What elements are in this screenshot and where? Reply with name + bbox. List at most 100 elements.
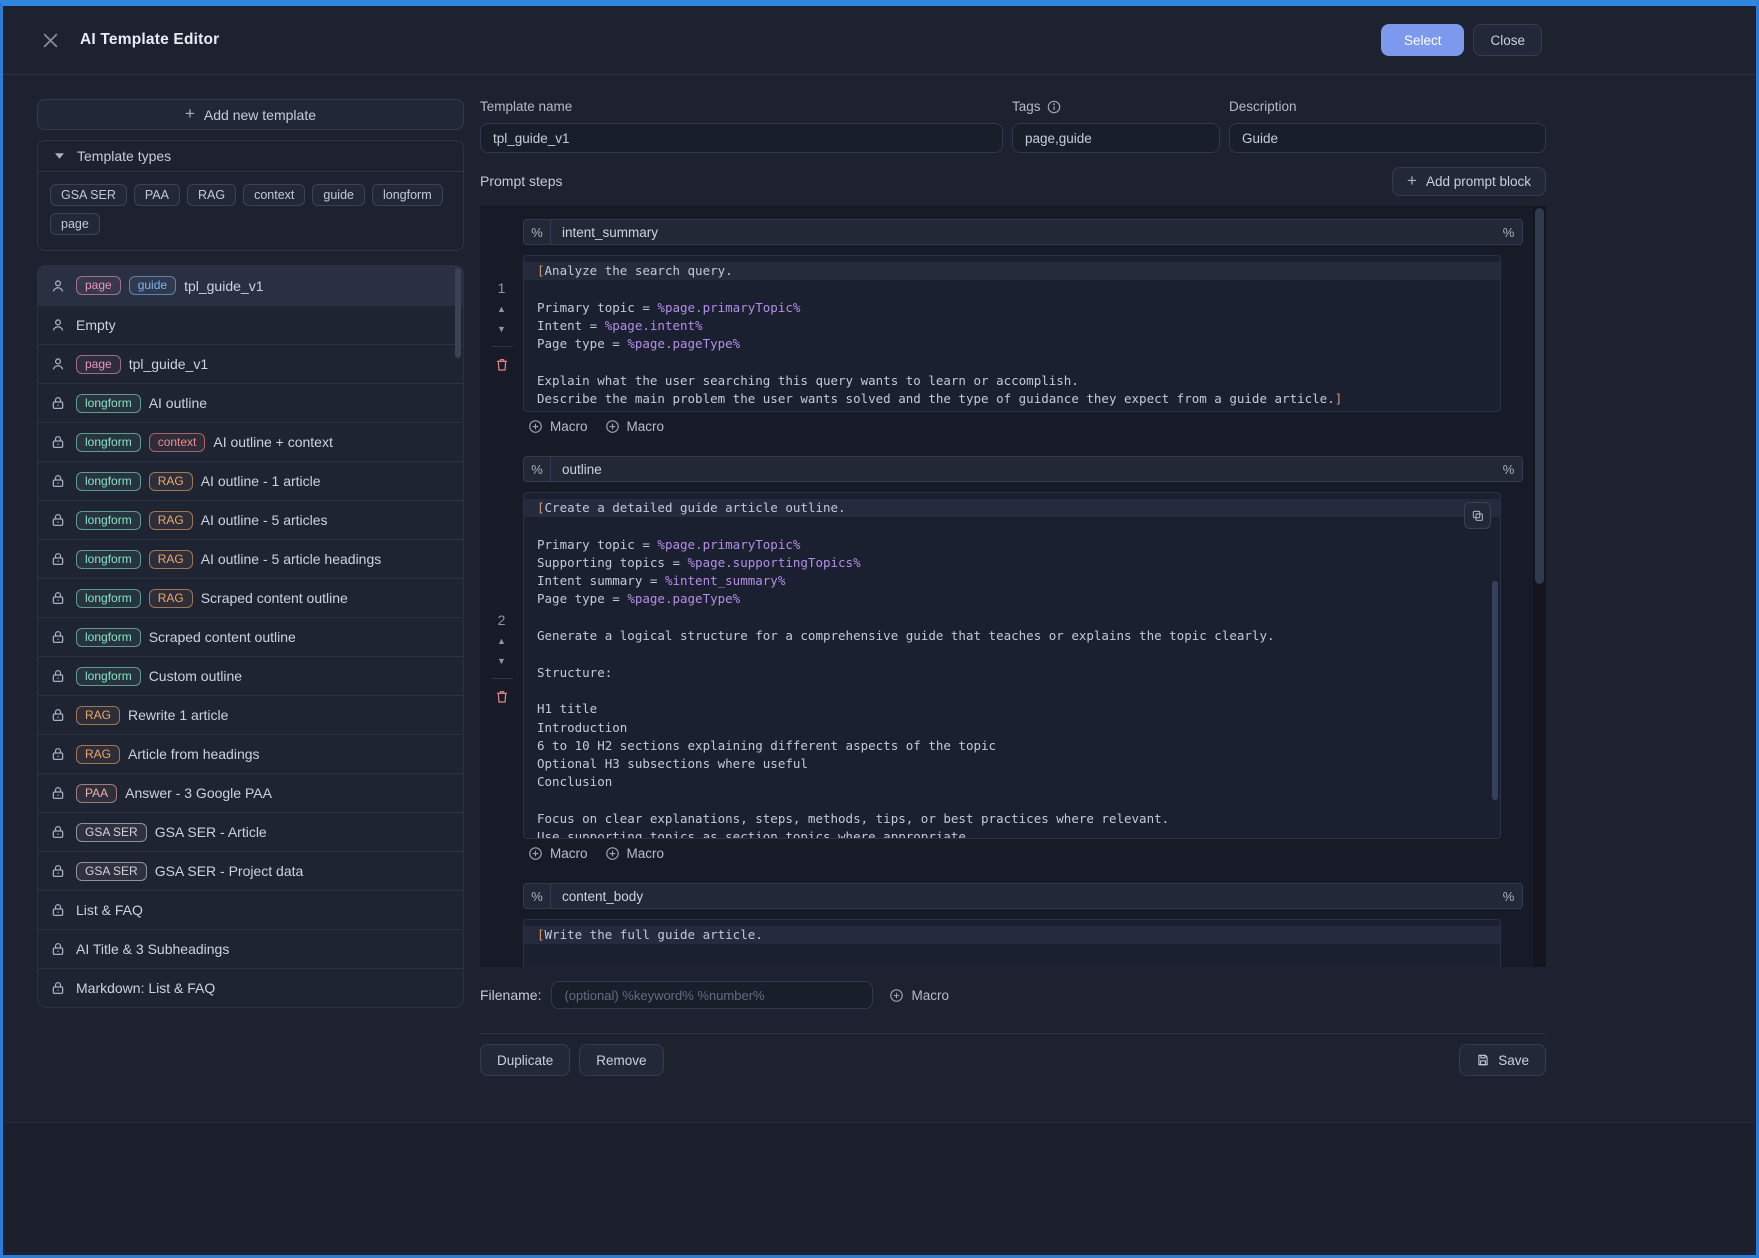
- type-chip-guide[interactable]: guide: [312, 184, 365, 206]
- filename-input[interactable]: [551, 981, 873, 1009]
- template-item-empty[interactable]: Empty: [38, 305, 463, 344]
- template-item-article-from-headings[interactable]: RAGArticle from headings: [38, 734, 463, 773]
- block-name-input[interactable]: outline: [551, 462, 1495, 477]
- type-chip-gsa-ser[interactable]: GSA SER: [50, 184, 127, 206]
- save-label: Save: [1498, 1053, 1529, 1068]
- template-item-label: AI Title & 3 Subheadings: [76, 941, 229, 957]
- lock-icon: [50, 668, 66, 684]
- code-line: [Write the full guide article.: [524, 926, 1500, 944]
- template-item-label: GSA SER - Article: [155, 824, 267, 840]
- plus-circle-icon: [889, 988, 904, 1003]
- prompt-block-outline: 2 ▲ ▼%outline% [Create a detailed guide art…: [480, 456, 1546, 861]
- editor-content: Template name Tags Description Prompt st…: [480, 99, 1546, 1076]
- prompt-text-editor[interactable]: [Create a detailed guide article outline…: [523, 492, 1501, 839]
- code-line: Primary topic = %page.primaryTopic%: [524, 299, 1500, 317]
- move-block-down-button[interactable]: ▼: [495, 655, 508, 668]
- code-line: Page type = %page.pageType%: [524, 335, 1500, 353]
- template-item-list-faq[interactable]: List & FAQ: [38, 890, 463, 929]
- percent-prefix: %: [524, 457, 551, 481]
- template-item-ai-title-3-subheadings[interactable]: AI Title & 3 Subheadings: [38, 929, 463, 968]
- move-block-down-button[interactable]: ▼: [495, 323, 508, 336]
- type-chip-context[interactable]: context: [243, 184, 305, 206]
- template-item-scraped-content-outline[interactable]: longformRAGScraped content outline: [38, 578, 463, 617]
- template-item-rewrite-1-article[interactable]: RAGRewrite 1 article: [38, 695, 463, 734]
- template-item-tpl-guide-v1[interactable]: pageguidetpl_guide_v1: [38, 266, 463, 305]
- template-item-label: GSA SER - Project data: [155, 863, 304, 879]
- template-item-custom-outline[interactable]: longformCustom outline: [38, 656, 463, 695]
- block-body: %intent_summary%[Analyze the search quer…: [523, 219, 1523, 434]
- tag-badge-rag: RAG: [149, 472, 193, 491]
- delete-block-button[interactable]: [494, 689, 510, 705]
- move-block-up-button[interactable]: ▲: [495, 635, 508, 648]
- type-chip-page[interactable]: page: [50, 213, 100, 235]
- chevron-down-icon: [55, 153, 64, 159]
- scrollbar-thumb[interactable]: [455, 268, 461, 358]
- user-icon: [50, 356, 66, 372]
- copy-button[interactable]: [1464, 502, 1491, 529]
- template-item-tpl-guide-v1[interactable]: pagetpl_guide_v1: [38, 344, 463, 383]
- duplicate-button[interactable]: Duplicate: [480, 1044, 570, 1076]
- prompt-text-editor[interactable]: [Write the full guide article.: [523, 919, 1501, 967]
- template-item-label: AI outline - 5 article headings: [201, 551, 382, 567]
- block-gutter: 2 ▲ ▼: [480, 456, 523, 861]
- percent-suffix: %: [1495, 462, 1522, 477]
- tags-input[interactable]: [1012, 123, 1220, 153]
- macro-label: Macro: [911, 988, 949, 1003]
- block-name-input[interactable]: content_body: [551, 889, 1495, 904]
- template-item-scraped-content-outline[interactable]: longformScraped content outline: [38, 617, 463, 656]
- type-chip-rag[interactable]: RAG: [187, 184, 236, 206]
- save-button[interactable]: Save: [1459, 1044, 1546, 1076]
- template-item-label: AI outline - 1 article: [201, 473, 321, 489]
- tag-badge-gsa-ser: GSA SER: [76, 823, 147, 842]
- lock-icon: [50, 902, 66, 918]
- page-title: AI Template Editor: [80, 31, 219, 49]
- code-line: Describe the main problem the user wants…: [524, 390, 1500, 408]
- tags-label: Tags: [1012, 99, 1220, 114]
- prompt-block-content-body: 3▲▼%content_body%[Write the full guide a…: [480, 883, 1546, 967]
- insert-macro-button[interactable]: Macro: [605, 846, 665, 861]
- delete-block-button[interactable]: [494, 357, 510, 373]
- template-item-answer-3-google-paa[interactable]: PAAAnswer - 3 Google PAA: [38, 773, 463, 812]
- close-icon[interactable]: [42, 32, 59, 49]
- remove-button[interactable]: Remove: [579, 1044, 663, 1076]
- template-item-gsa-ser-article[interactable]: GSA SER GSA SER - Article: [38, 812, 463, 851]
- block-name-input[interactable]: intent_summary: [551, 225, 1495, 240]
- add-new-template-button[interactable]: + Add new template: [37, 99, 464, 130]
- tag-badge-rag: RAG: [149, 589, 193, 608]
- template-item-ai-outline[interactable]: longformAI outline: [38, 383, 463, 422]
- template-item-gsa-ser-project-data[interactable]: GSA SERGSA SER - Project data: [38, 851, 463, 890]
- plus-circle-icon: [528, 846, 543, 861]
- tag-badge-guide: guide: [129, 276, 176, 295]
- template-types-toggle[interactable]: Template types: [38, 141, 463, 172]
- select-button[interactable]: Select: [1381, 24, 1465, 56]
- template-item-label: tpl_guide_v1: [184, 278, 263, 294]
- template-item-ai-outline-5-article-headings[interactable]: longformRAGAI outline - 5 article headin…: [38, 539, 463, 578]
- template-item-label: Markdown: List & FAQ: [76, 980, 215, 996]
- macro-buttons-row: Macro Macro: [523, 846, 1523, 861]
- code-line: Intent = %page.intent%: [524, 317, 1500, 335]
- step-number: 2: [498, 612, 506, 628]
- template-item-markdown-list-faq[interactable]: Markdown: List & FAQ: [38, 968, 463, 1007]
- prompt-steps-scrollbar[interactable]: [1533, 206, 1546, 967]
- template-list-scrollbar[interactable]: [455, 268, 461, 1005]
- prompt-text-editor[interactable]: [Analyze the search query.Primary topic …: [523, 255, 1501, 412]
- block-header: %content_body%: [523, 883, 1523, 909]
- insert-macro-button[interactable]: Macro: [528, 846, 588, 861]
- move-block-up-button[interactable]: ▲: [495, 303, 508, 316]
- filename-macro-button[interactable]: Macro: [889, 988, 949, 1003]
- insert-macro-button[interactable]: Macro: [605, 419, 665, 434]
- template-name-input[interactable]: [480, 123, 1003, 153]
- insert-macro-button[interactable]: Macro: [528, 419, 588, 434]
- description-input[interactable]: [1229, 123, 1546, 153]
- scrollbar-thumb[interactable]: [1535, 208, 1544, 584]
- add-prompt-block-button[interactable]: + Add prompt block: [1392, 167, 1546, 196]
- tag-badge-longform: longform: [76, 667, 141, 686]
- type-chip-paa[interactable]: PAA: [134, 184, 180, 206]
- template-item-ai-outline-context[interactable]: longformcontextAI outline + context: [38, 422, 463, 461]
- editor-scrollbar-thumb[interactable]: [1492, 581, 1498, 800]
- tag-badge-longform: longform: [76, 589, 141, 608]
- template-item-ai-outline-1-article[interactable]: longformRAGAI outline - 1 article: [38, 461, 463, 500]
- close-button[interactable]: Close: [1473, 24, 1542, 56]
- template-item-ai-outline-5-articles[interactable]: longformRAGAI outline - 5 articles: [38, 500, 463, 539]
- type-chip-longform[interactable]: longform: [372, 184, 443, 206]
